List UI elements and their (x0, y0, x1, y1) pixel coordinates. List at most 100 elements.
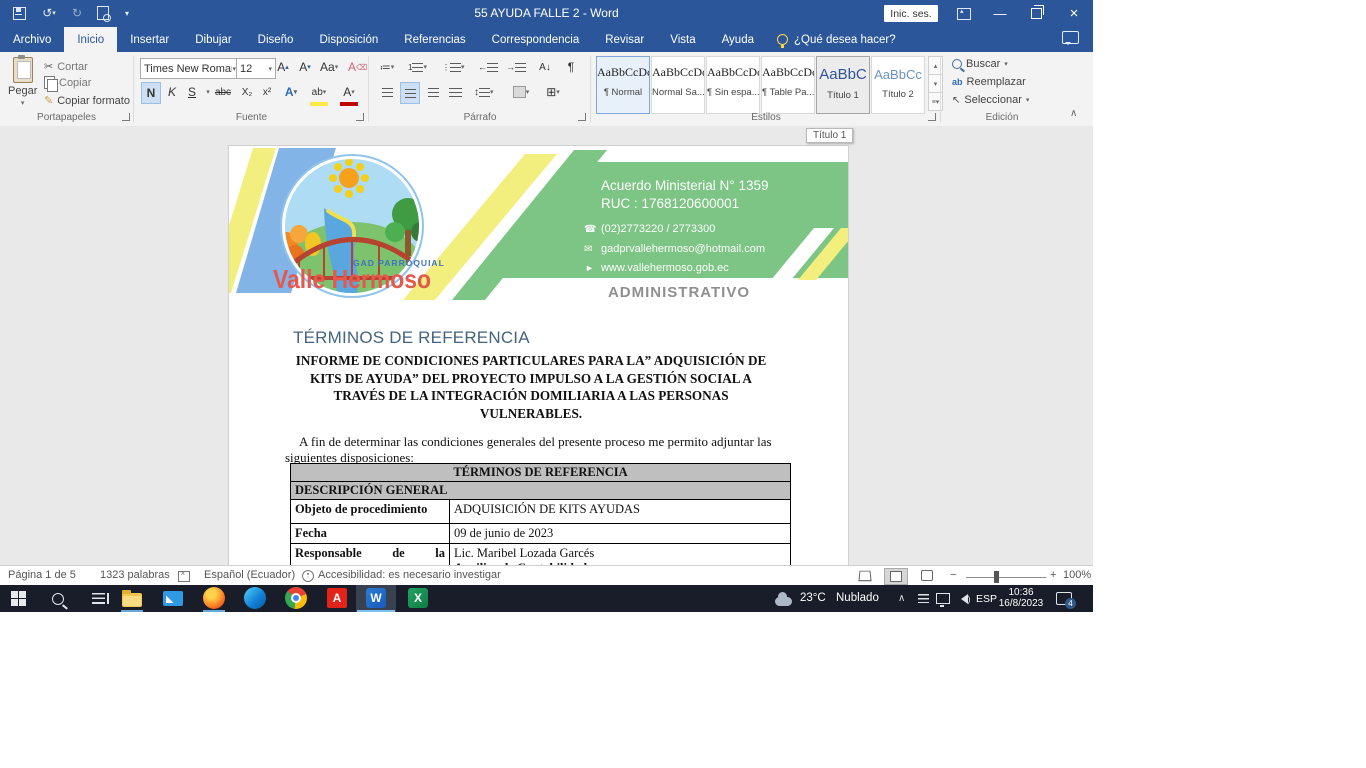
collapse-ribbon-button[interactable]: ∧ (1070, 108, 1077, 119)
taskbar-acrobat[interactable]: A (326, 587, 348, 609)
sort-button[interactable]: A↓ (536, 57, 554, 77)
taskbar-chrome[interactable] (285, 587, 307, 609)
clipboard-dialog-launcher[interactable] (122, 113, 130, 121)
taskbar-excel[interactable]: X (407, 587, 429, 609)
taskbar-temperature[interactable]: 23°C (800, 592, 826, 604)
proofing-icon[interactable] (178, 571, 190, 585)
print-layout-button[interactable] (884, 568, 908, 585)
taskbar-search-button[interactable] (40, 585, 76, 612)
sign-in-button[interactable]: Inic. ses. (884, 5, 938, 22)
tab-archivo[interactable]: Archivo (0, 27, 64, 52)
taskbar-mail[interactable] (162, 587, 184, 609)
paste-button[interactable]: Pegar ▾ (8, 57, 37, 107)
align-center-button[interactable] (400, 82, 420, 104)
page-indicator[interactable]: Página 1 de 5 (8, 569, 76, 581)
bullets-button[interactable]: ≔▾ (378, 57, 396, 77)
align-left-button[interactable] (378, 82, 396, 102)
tab-revisar[interactable]: Revisar (592, 27, 657, 52)
cut-button[interactable]: ✂ Cortar (44, 60, 88, 73)
italic-button[interactable]: K (163, 82, 181, 102)
font-color-button[interactable]: A▾ (340, 82, 358, 106)
tab-diseno[interactable]: Diseño (245, 27, 307, 52)
find-button[interactable]: Buscar ▾ (952, 58, 1008, 70)
zoom-slider-track[interactable] (966, 577, 1046, 578)
zoom-slider-handle[interactable] (994, 571, 999, 583)
tab-vista[interactable]: Vista (657, 27, 708, 52)
input-language[interactable]: ESP (976, 593, 997, 605)
superscript-button[interactable]: x² (258, 82, 276, 102)
read-mode-button[interactable] (854, 568, 876, 583)
task-view-button[interactable] (80, 585, 116, 612)
tray-lines-icon[interactable] (912, 585, 934, 612)
start-button[interactable] (0, 585, 36, 612)
tab-dibujar[interactable]: Dibujar (182, 27, 244, 52)
borders-button[interactable]: ⊞▾ (544, 82, 562, 102)
tab-inicio[interactable]: Inicio (64, 27, 117, 52)
increase-indent-button[interactable]: → (506, 57, 526, 77)
shrink-font-button[interactable]: A▾ (296, 57, 314, 77)
accessibility-status[interactable]: Accesibilidad: es necesario investigar (318, 569, 501, 581)
close-button[interactable]: × (1058, 0, 1090, 27)
text-effects-button[interactable]: A▾ (282, 82, 300, 102)
taskbar-explorer[interactable] (121, 587, 143, 609)
replace-button[interactable]: ab Reemplazar (952, 76, 1026, 88)
grow-font-button[interactable]: A▴ (274, 57, 292, 77)
subscript-button[interactable]: X₂ (238, 82, 256, 102)
style-normal[interactable]: AaBbCcDc ¶ Normal (596, 56, 650, 114)
web-layout-button[interactable] (916, 568, 938, 583)
zoom-level[interactable]: 100% (1063, 569, 1091, 581)
highlight-button[interactable]: ab▾ (310, 82, 328, 106)
taskbar-edge[interactable] (244, 587, 266, 609)
strikethrough-button[interactable]: abc (214, 82, 232, 102)
volume-icon[interactable]: ) (952, 585, 974, 612)
tab-insertar[interactable]: Insertar (117, 27, 182, 52)
clear-formatting-button[interactable]: A⌫ (348, 57, 367, 77)
copy-button[interactable]: Copiar (44, 76, 91, 89)
format-painter-button[interactable]: ✎ Copiar formato (44, 94, 130, 107)
weather-icon[interactable] (770, 585, 796, 612)
tray-expand-chevron[interactable]: ∧ (898, 593, 905, 604)
style-table-paragraph[interactable]: AaBbCcDc ¶ Table Pa... (761, 56, 815, 114)
tab-correspondencia[interactable]: Correspondencia (479, 27, 593, 52)
bold-button[interactable]: N (141, 82, 161, 104)
style-normal-sa[interactable]: AaBbCcDc Normal Sa... (651, 56, 705, 114)
show-marks-button[interactable]: ¶ (562, 57, 580, 77)
language-indicator[interactable]: Español (Ecuador) (204, 569, 295, 581)
restore-button[interactable] (1020, 0, 1052, 27)
document-page[interactable]: GAD PARROQUIAL Valle Hermoso Acuerdo Min… (228, 145, 849, 565)
font-size-combo[interactable]: 12 ▾ (236, 58, 276, 79)
clock[interactable]: 10:36 16/8/2023 (998, 587, 1044, 609)
line-spacing-button[interactable]: ↕▾ (474, 82, 494, 102)
taskbar-weather-label[interactable]: Nublado (836, 592, 879, 604)
change-case-button[interactable]: Aa▾ (320, 57, 338, 77)
tab-referencias[interactable]: Referencias (391, 27, 478, 52)
zoom-out-button[interactable]: − (950, 569, 956, 581)
style-titulo-2[interactable]: AaBbCc Título 2 (871, 56, 925, 114)
zoom-in-button[interactable]: + (1050, 569, 1056, 581)
numbering-button[interactable]: 1▾ (408, 57, 427, 77)
document-canvas[interactable]: GAD PARROQUIAL Valle Hermoso Acuerdo Min… (0, 126, 1093, 565)
word-count[interactable]: 1323 palabras (100, 569, 170, 581)
comment-icon[interactable] (1062, 31, 1079, 44)
tab-ayuda[interactable]: Ayuda (709, 27, 767, 52)
ribbon-display-options-button[interactable] (948, 0, 980, 27)
taskbar-word[interactable]: W (365, 587, 387, 609)
network-icon[interactable] (932, 585, 954, 612)
justify-button[interactable] (446, 82, 464, 102)
tell-me-box[interactable]: ¿Qué desea hacer? (767, 27, 906, 52)
align-right-button[interactable] (424, 82, 442, 102)
minimize-button[interactable]: — (984, 0, 1016, 27)
style-titulo-1[interactable]: AaBbC Título 1 (816, 56, 870, 114)
accessibility-icon[interactable] (302, 570, 314, 585)
styles-dialog-launcher[interactable] (928, 113, 936, 121)
notification-center-button[interactable]: 4 (1048, 585, 1080, 612)
style-sin-espaciado[interactable]: AaBbCcDc ¶ Sin espa... (706, 56, 760, 114)
font-family-combo[interactable]: Times New Roman ▾ (140, 58, 240, 79)
decrease-indent-button[interactable]: ← (478, 57, 498, 77)
underline-dropdown-arrow[interactable]: ▾ (206, 88, 210, 96)
taskbar-firefox[interactable] (203, 587, 225, 609)
select-button[interactable]: ↖ Seleccionar ▾ (952, 94, 1029, 106)
tab-disposicion[interactable]: Disposición (306, 27, 391, 52)
paragraph-dialog-launcher[interactable] (578, 113, 586, 121)
multilevel-list-button[interactable]: ⋮▾ (442, 57, 465, 77)
